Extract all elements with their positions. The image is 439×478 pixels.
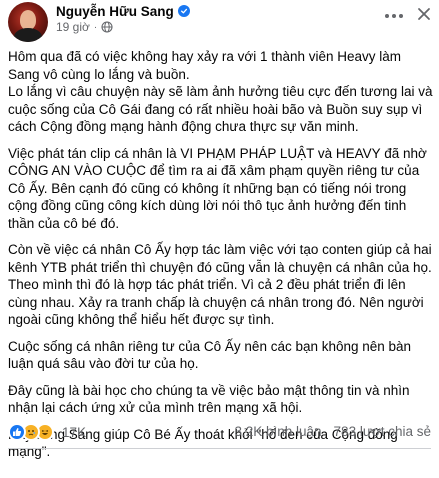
- author-avatar[interactable]: [8, 2, 48, 42]
- post-header: Nguyễn Hữu Sang 19 giờ ·: [0, 0, 439, 42]
- post-meta: 19 giờ ·: [56, 20, 113, 34]
- close-icon[interactable]: [414, 4, 434, 24]
- post-paragraph-2: Việc phát tán clip cá nhân là VI PHẠM PH…: [8, 145, 427, 231]
- post-paragraph-3: Còn về việc cá nhân Cô Ấy hợp tác làm vi…: [8, 242, 432, 327]
- comment-count[interactable]: 3,2K bình luận: [234, 424, 321, 439]
- more-options-icon[interactable]: [382, 6, 406, 26]
- share-count[interactable]: 783 lượt chia sẻ: [334, 424, 431, 439]
- reactions-summary[interactable]: 17K: [8, 422, 86, 442]
- meta-separator: ·: [93, 21, 98, 33]
- post-paragraph-4: Cuộc sống cá nhân riêng tư của Cô Ấy nên…: [8, 338, 412, 372]
- verified-badge-icon: [177, 5, 190, 17]
- post-paragraph-5: Đây cũng là bài học cho chúng ta về việc…: [8, 382, 410, 416]
- author-name[interactable]: Nguyễn Hữu Sang: [56, 4, 174, 19]
- post-footer: 17K 3,2K bình luận 783 lượt chia sẻ: [0, 418, 439, 446]
- globe-icon: [101, 21, 113, 33]
- post-body: Hôm qua đã có việc không hay xảy ra với …: [8, 48, 436, 470]
- post-time[interactable]: 19 giờ: [56, 20, 90, 34]
- author-name-row: Nguyễn Hữu Sang: [56, 2, 190, 20]
- facebook-post: Nguyễn Hữu Sang 19 giờ · Hôm qua đã có v…: [0, 0, 439, 478]
- like-icon: [8, 423, 26, 441]
- engagement-stats: 3,2K bình luận 783 lượt chia sẻ: [234, 424, 431, 439]
- reaction-count: 17K: [62, 424, 87, 440]
- footer-divider: [8, 448, 431, 449]
- post-paragraph-1: Hôm qua đã có việc không hay xảy ra với …: [8, 49, 433, 134]
